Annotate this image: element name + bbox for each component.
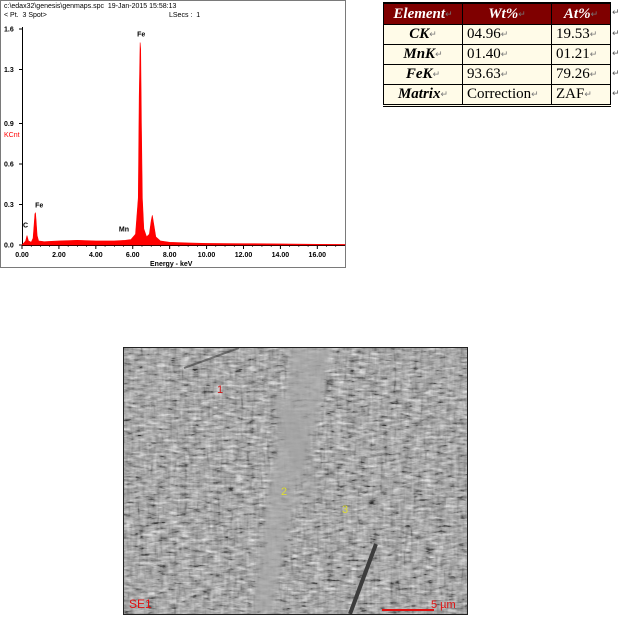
at-cell: ZAF↵ [551,84,611,106]
row-end-mark: ↵ [612,49,620,59]
point-marker-1: 1 [217,384,223,396]
element-cell: Matrix↵ [383,84,463,106]
wt-cell: 04.96↵ [462,24,552,45]
x-tick-label: 12.00 [235,252,253,259]
peak-label: Fe [35,203,43,210]
x-tick-label: 4.00 [89,252,103,259]
peak-label: Mn [119,227,129,234]
x-tick-label: 10.00 [198,252,216,259]
x-tick-label: 8.00 [163,252,177,259]
sem-image: 1 2 3 SE1 5 µm [124,348,467,614]
at-cell: 79.26↵ [551,64,611,85]
element-cell: FeK↵ [383,64,463,85]
table-row: CK↵ 04.96↵ 19.53↵ [383,24,611,45]
eds-quantification-table: Element↵ Wt%↵ At%↵ CK↵ 04.96↵ 19.53↵ MnK… [383,2,611,107]
detector-label: SE1 [129,597,152,611]
table-row: MnK↵ 01.40↵ 01.21↵ [383,44,611,65]
element-cell: CK↵ [383,24,463,45]
x-tick-label: 0.00 [15,252,29,259]
peak-label: Fe [137,32,145,39]
eds-spectrum-chart: c:\edax32\genesis\genmaps.spc 19-Jan-201… [0,0,346,268]
x-tick-label: 14.00 [272,252,290,259]
at-cell: 01.21↵ [551,44,611,65]
spectrum-curve [21,42,346,246]
table-row: Matrix↵ Correction↵ ZAF↵ [383,84,611,106]
row-end-mark: ↵ [612,29,620,39]
y-tick-label: 1.6 [4,27,14,34]
wt-cell: Correction↵ [462,84,552,106]
x-tick-label: 16.00 [309,252,327,259]
peak-label: C [23,223,28,230]
header-wt: Wt%↵ [462,2,552,25]
wt-cell: 93.63↵ [462,64,552,85]
point-marker-2: 2 [281,486,287,498]
y-axis-label: KCnt [4,132,20,139]
header-element: Element↵ [383,2,463,25]
wt-cell: 01.40↵ [462,44,552,65]
sem-micrograph: 1 2 3 SE1 5 µm [123,347,468,615]
y-tick-label: 1.3 [4,67,14,74]
x-tick-label: 6.00 [126,252,140,259]
spectrum-plot: 1.6 1.3 0.9 0.6 0.3 0.0 0.00 2.00 4.00 6.00 8.00 1… [4,27,346,268]
row-end-mark: ↵ [612,8,620,18]
x-tick-label: 2.00 [52,252,66,259]
y-tick-label: 0.3 [4,202,14,209]
scale-label: 5 µm [431,599,456,611]
y-tick-label: 0.0 [4,243,14,250]
y-tick-label: 0.9 [4,121,14,128]
at-cell: 19.53↵ [551,24,611,45]
header-at: At%↵ [551,2,611,25]
row-end-mark: ↵ [612,89,620,99]
table-header-row: Element↵ Wt%↵ At%↵ [383,2,611,25]
element-cell: MnK↵ [383,44,463,65]
table-row: FeK↵ 93.63↵ 79.26↵ [383,64,611,85]
point-marker-3: 3 [342,504,348,516]
row-end-mark: ↵ [612,69,620,79]
y-tick-label: 0.6 [4,162,14,169]
x-axis-label: Energy - keV [150,261,193,268]
